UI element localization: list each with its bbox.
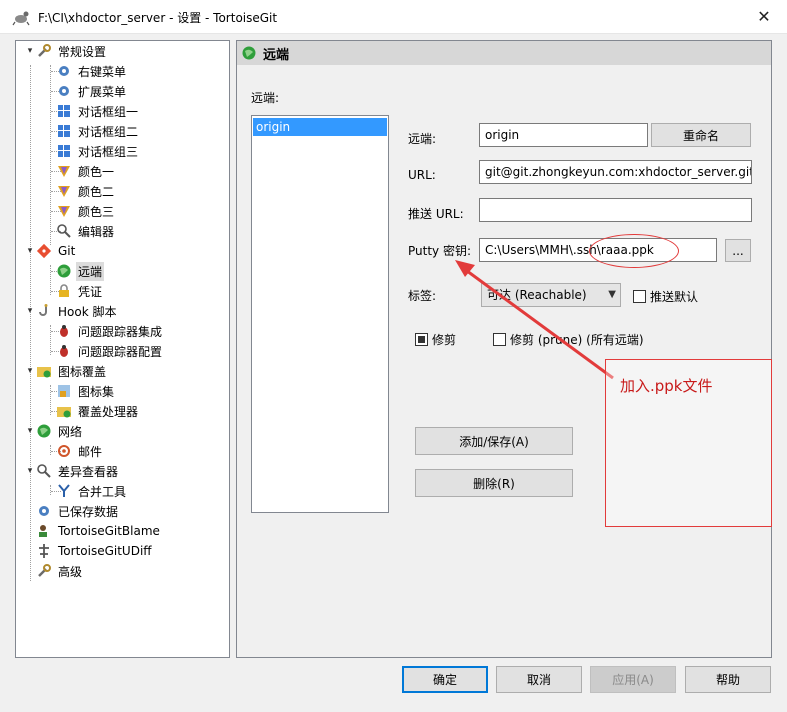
push-url-input[interactable] bbox=[479, 198, 752, 222]
overlay-icon bbox=[37, 367, 51, 378]
annotation-note-box: 加入.ppk文件 bbox=[605, 359, 772, 527]
diff-viewer-icon bbox=[37, 464, 51, 478]
palette-icon bbox=[58, 186, 70, 197]
tree-item-hook-scripts[interactable]: Hook 脚本 bbox=[36, 301, 118, 321]
rename-button[interactable]: 重命名 bbox=[651, 123, 751, 147]
tree-item-mail[interactable]: 邮件 bbox=[56, 441, 104, 461]
windows-icon bbox=[58, 125, 70, 137]
delete-button[interactable]: 删除(R) bbox=[415, 469, 573, 497]
tree-item-credentials[interactable]: 凭证 bbox=[56, 281, 104, 301]
remote-name-label: 远端: bbox=[408, 132, 437, 146]
annotation-arrow bbox=[455, 260, 614, 380]
apply-button[interactable]: 应用(A) bbox=[590, 666, 676, 693]
tags-label: 标签: bbox=[408, 289, 437, 303]
checkbox-box bbox=[633, 290, 646, 303]
url-label: URL: bbox=[408, 168, 436, 182]
tree-item-remote[interactable]: 远端 bbox=[56, 261, 105, 281]
overlay-handler-icon bbox=[57, 407, 71, 418]
remote-name-input[interactable]: origin bbox=[479, 123, 648, 147]
tortoisegit-app-icon bbox=[12, 11, 30, 26]
browse-button[interactable]: ... bbox=[725, 239, 751, 262]
gear-icon bbox=[59, 66, 69, 76]
tree-item-dialogs-2[interactable]: 对话框组二 bbox=[56, 121, 140, 141]
close-icon: ✕ bbox=[757, 6, 771, 26]
help-button[interactable]: 帮助 bbox=[685, 666, 771, 693]
tree-connector bbox=[50, 65, 51, 245]
cancel-button[interactable]: 取消 bbox=[496, 666, 582, 693]
tree-item-general[interactable]: 常规设置 bbox=[36, 41, 108, 61]
collapse-icon[interactable]: ▾ bbox=[25, 366, 35, 376]
remote-list-item[interactable]: origin bbox=[253, 118, 387, 136]
add-save-button[interactable]: 添加/保存(A) bbox=[415, 427, 573, 455]
blame-icon bbox=[39, 525, 47, 537]
collapse-icon[interactable]: ▾ bbox=[25, 306, 35, 316]
tree-connector bbox=[30, 65, 31, 581]
collapse-icon[interactable]: ▾ bbox=[25, 246, 35, 256]
tree-item-issue-tracker-config[interactable]: 问题跟踪器配置 bbox=[56, 341, 164, 361]
tree-item-context-menu[interactable]: 右键菜单 bbox=[56, 61, 128, 81]
tree-item-diff-viewer[interactable]: 差异查看器 bbox=[36, 461, 120, 481]
saved-data-icon bbox=[39, 506, 49, 516]
panel-header: 远端 bbox=[237, 41, 771, 65]
tree-item-icon-set[interactable]: 图标集 bbox=[56, 381, 116, 401]
tree-item-colors-3[interactable]: 颜色三 bbox=[56, 201, 116, 221]
tree-item-git[interactable]: Git bbox=[36, 241, 77, 261]
lock-icon bbox=[59, 284, 69, 297]
tree-item-dialogs-3[interactable]: 对话框组三 bbox=[56, 141, 140, 161]
close-button[interactable]: ✕ bbox=[741, 0, 787, 32]
push-default-checkbox[interactable]: 推送默认 bbox=[633, 288, 698, 305]
settings-tree[interactable]: ▾ 常规设置 右键菜单 扩展菜单 对话框组一 对话框组二 对话框组三 颜色一 颜… bbox=[15, 40, 230, 658]
merge-icon bbox=[58, 484, 70, 497]
title-bar: F:\CI\xhdoctor_server - 设置 - TortoiseGit… bbox=[0, 0, 787, 34]
hook-icon bbox=[39, 304, 48, 316]
panel-title: 远端 bbox=[263, 47, 290, 63]
tree-item-issue-tracker-integration[interactable]: 问题跟踪器集成 bbox=[56, 321, 164, 341]
globe-icon bbox=[57, 264, 71, 278]
push-url-label: 推送 URL: bbox=[408, 207, 464, 221]
annotation-note-text: 加入.ppk文件 bbox=[620, 377, 713, 395]
tree-item-merge-tool[interactable]: 合并工具 bbox=[56, 481, 128, 501]
url-input[interactable]: git@git.zhongkeyun.com:xhdoctor_server.g… bbox=[479, 160, 752, 184]
windows-icon bbox=[58, 105, 70, 117]
collapse-icon[interactable]: ▾ bbox=[25, 466, 35, 476]
tree-item-icon-overlays[interactable]: 图标覆盖 bbox=[36, 361, 108, 381]
tree-item-network[interactable]: 网络 bbox=[36, 421, 84, 441]
remotes-listbox[interactable]: origin bbox=[251, 115, 389, 513]
tree-item-colors-1[interactable]: 颜色一 bbox=[56, 161, 116, 181]
tree-item-tortoisegitblame[interactable]: TortoiseGitBlame bbox=[36, 521, 162, 541]
tree-item-advanced[interactable]: 高级 bbox=[36, 561, 84, 581]
git-icon bbox=[36, 243, 52, 259]
tree-item-tortoisegitudiff[interactable]: TortoiseGitUDiff bbox=[36, 541, 154, 561]
collapse-icon[interactable]: ▾ bbox=[25, 426, 35, 436]
mail-icon bbox=[58, 445, 70, 457]
magnifier-icon bbox=[57, 224, 71, 238]
tree-connector bbox=[50, 485, 51, 495]
globe-icon bbox=[242, 46, 256, 60]
gear-icon bbox=[59, 86, 69, 96]
remotes-list-label: 远端: bbox=[251, 91, 280, 105]
network-icon bbox=[37, 424, 51, 438]
collapse-icon[interactable]: ▾ bbox=[25, 46, 35, 56]
iconset-icon bbox=[58, 385, 70, 397]
tree-item-dialogs-1[interactable]: 对话框组一 bbox=[56, 101, 140, 121]
palette-icon bbox=[58, 206, 70, 217]
palette-icon bbox=[58, 166, 70, 177]
window-title: F:\CI\xhdoctor_server - 设置 - TortoiseGit bbox=[38, 11, 278, 25]
bug-icon bbox=[60, 325, 68, 337]
udiff-icon bbox=[39, 544, 49, 558]
tree-item-editor[interactable]: 编辑器 bbox=[56, 221, 116, 241]
tree-item-colors-2[interactable]: 颜色二 bbox=[56, 181, 116, 201]
wrench-icon bbox=[38, 44, 51, 57]
advanced-icon bbox=[38, 564, 51, 577]
checkbox-box-checked bbox=[415, 333, 428, 346]
bug-icon bbox=[60, 345, 68, 357]
ok-button[interactable]: 确定 bbox=[402, 666, 488, 693]
tree-item-extended-menu[interactable]: 扩展菜单 bbox=[56, 81, 128, 101]
tree-item-overlay-handlers[interactable]: 覆盖处理器 bbox=[56, 401, 140, 421]
tree-item-saved-data[interactable]: 已保存数据 bbox=[36, 501, 120, 521]
windows-icon bbox=[58, 145, 70, 157]
tree-connector bbox=[50, 445, 51, 455]
